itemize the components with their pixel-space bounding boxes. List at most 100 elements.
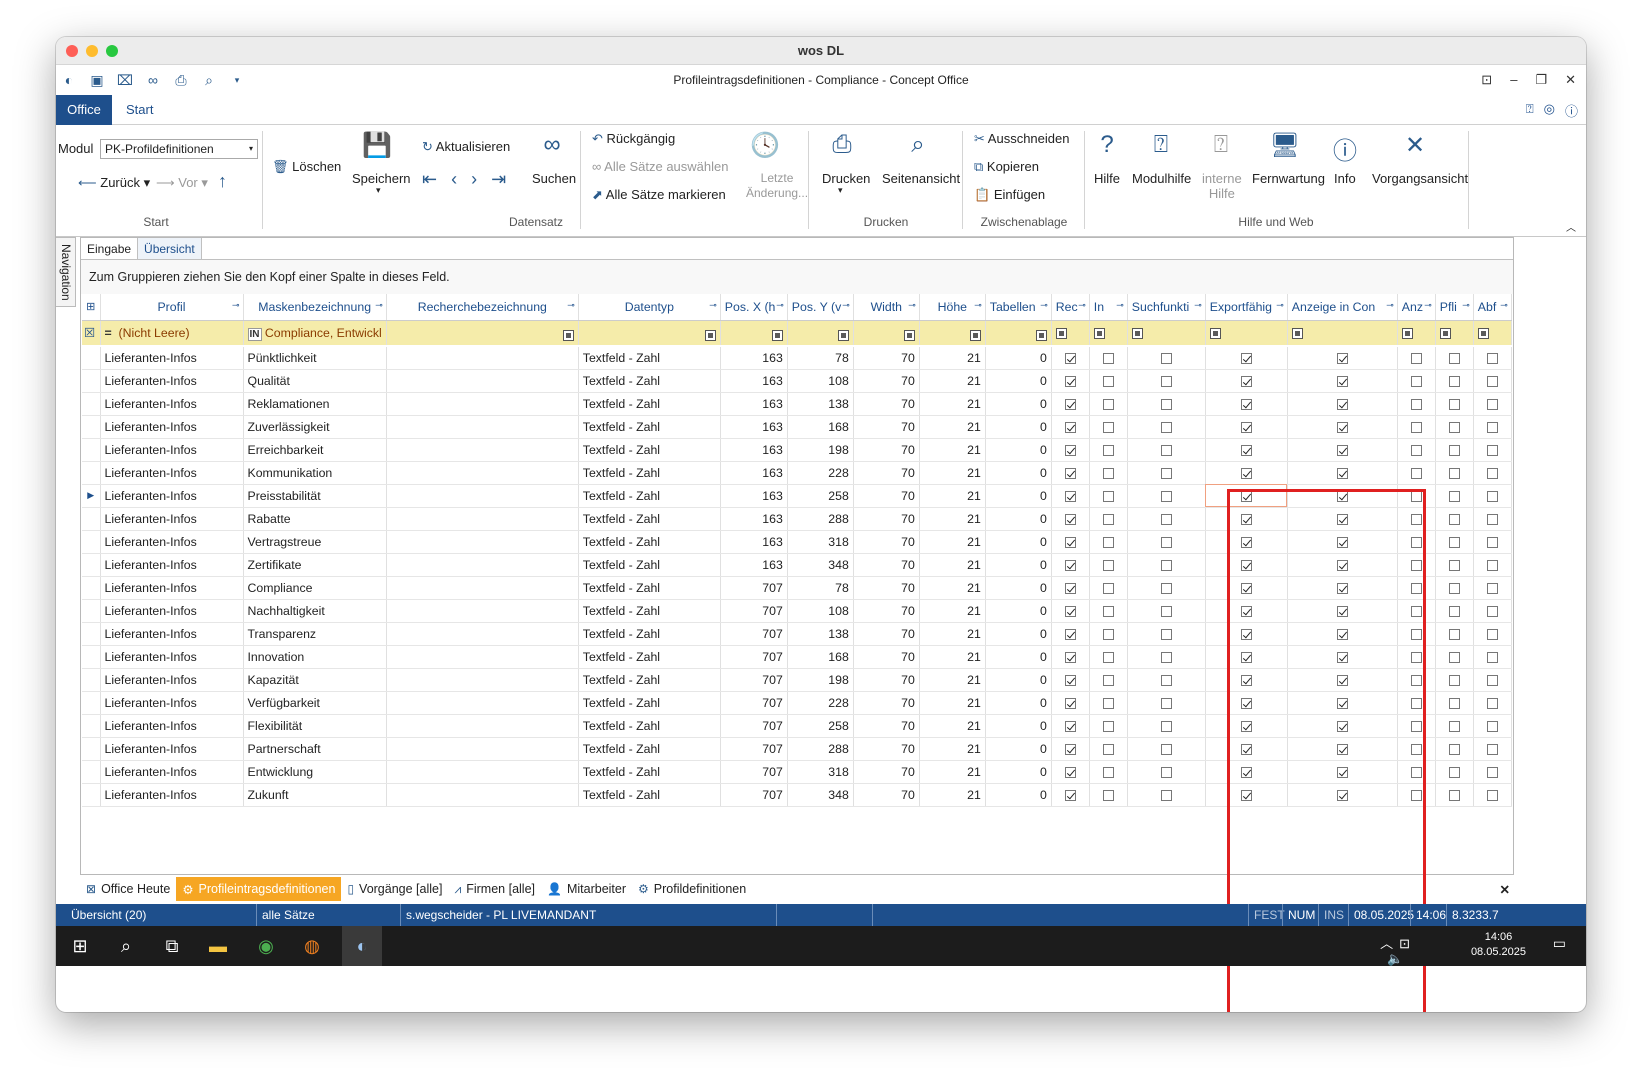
process-view-icon[interactable]: ✕ xyxy=(1400,131,1430,160)
cell-abf[interactable] xyxy=(1473,599,1512,623)
delete-icon[interactable]: ⌧ xyxy=(116,71,134,89)
cell-such[interactable] xyxy=(1127,553,1206,577)
group-by-hint[interactable]: Zum Gruppieren ziehen Sie den Kopf einer… xyxy=(81,260,1513,294)
save-button[interactable]: Speichern xyxy=(352,171,411,186)
cell-anzeige[interactable] xyxy=(1287,576,1398,600)
cell-hoehe[interactable]: 21 xyxy=(919,599,986,623)
pfli-checkbox[interactable] xyxy=(1448,697,1460,709)
cell-tabellen[interactable]: 0 xyxy=(985,461,1052,485)
cell-rec[interactable] xyxy=(1051,691,1090,715)
concept-office-icon[interactable]: ◐ xyxy=(342,926,382,966)
print-button[interactable]: Drucken xyxy=(822,171,870,186)
cell-recherche[interactable] xyxy=(386,484,579,508)
filter-pos-x[interactable] xyxy=(720,320,788,347)
rec-checkbox[interactable] xyxy=(1064,651,1076,663)
cell-profil[interactable]: Lieferanten-Infos xyxy=(100,461,244,485)
chrome-icon[interactable]: ◉ xyxy=(254,934,278,958)
pfli-checkbox[interactable] xyxy=(1448,605,1460,617)
export-checkbox[interactable] xyxy=(1240,513,1252,525)
cell-tabellen[interactable]: 0 xyxy=(985,369,1052,393)
cell-recherche[interactable] xyxy=(386,507,579,531)
cell-abf[interactable] xyxy=(1473,714,1512,738)
cell-anz[interactable] xyxy=(1397,415,1436,439)
restore-icon[interactable]: ⊡ xyxy=(1481,65,1492,95)
table-row[interactable]: Lieferanten-Infos Vertragstreue Textfeld -… xyxy=(82,530,1512,554)
rec-checkbox[interactable] xyxy=(1064,490,1076,502)
cell-rec[interactable] xyxy=(1051,438,1090,462)
anz-checkbox[interactable] xyxy=(1410,353,1422,364)
cell-abf[interactable] xyxy=(1473,507,1512,531)
info-button[interactable]: Info xyxy=(1334,171,1356,186)
cell-width[interactable]: 70 xyxy=(853,622,920,646)
cell-pfli[interactable] xyxy=(1435,668,1474,692)
pfli-checkbox[interactable] xyxy=(1448,421,1460,433)
cell-profil[interactable]: Lieferanten-Infos xyxy=(100,438,244,462)
internal-help-button[interactable]: interne Hilfe xyxy=(1202,171,1242,201)
cell-pos-x[interactable]: 707 xyxy=(720,622,788,646)
pfli-checkbox[interactable] xyxy=(1448,375,1460,387)
close-window-button[interactable] xyxy=(66,45,78,57)
cell-export[interactable] xyxy=(1205,530,1288,554)
cell-datentyp[interactable]: Textfeld - Zahl xyxy=(578,507,721,531)
cell-pfli[interactable] xyxy=(1435,461,1474,485)
rec-checkbox[interactable] xyxy=(1064,444,1076,456)
cell-profil[interactable]: Lieferanten-Infos xyxy=(100,369,244,393)
pfli-checkbox[interactable] xyxy=(1448,490,1460,502)
filter-abf[interactable] xyxy=(1473,320,1512,347)
cell-profil[interactable]: Lieferanten-Infos xyxy=(100,714,244,738)
cell-datentyp[interactable]: Textfeld - Zahl xyxy=(578,438,721,462)
col-suchfunktion[interactable]: Suchfunkti ⊸ xyxy=(1127,294,1206,321)
cell-such[interactable] xyxy=(1127,668,1206,692)
cell-anz[interactable] xyxy=(1397,392,1436,416)
cell-in[interactable] xyxy=(1089,760,1128,784)
cell-in[interactable] xyxy=(1089,507,1128,531)
abf-checkbox[interactable] xyxy=(1486,398,1498,410)
cell-anz[interactable] xyxy=(1397,507,1436,531)
cell-pos-y[interactable]: 168 xyxy=(787,645,854,669)
pfli-checkbox[interactable] xyxy=(1448,651,1460,663)
cell-rec[interactable] xyxy=(1051,415,1090,439)
cell-hoehe[interactable]: 21 xyxy=(919,553,986,577)
cell-anz[interactable] xyxy=(1397,691,1436,715)
cell-rec[interactable] xyxy=(1051,645,1090,669)
subtab-eingabe[interactable]: Eingabe xyxy=(81,238,139,259)
pfli-checkbox[interactable] xyxy=(1448,467,1460,479)
export-checkbox[interactable] xyxy=(1240,398,1252,410)
cell-pos-x[interactable]: 163 xyxy=(720,553,788,577)
cell-export[interactable] xyxy=(1205,714,1288,738)
cell-such[interactable] xyxy=(1127,461,1206,485)
rec-checkbox[interactable] xyxy=(1064,513,1076,525)
preview-icon[interactable]: ⌕ xyxy=(200,71,218,89)
cell-anz[interactable] xyxy=(1397,737,1436,761)
cell-in[interactable] xyxy=(1089,484,1128,508)
cell-export[interactable] xyxy=(1205,438,1288,462)
cell-pos-y[interactable]: 78 xyxy=(787,346,854,370)
cell-datentyp[interactable]: Textfeld - Zahl xyxy=(578,553,721,577)
rec-checkbox[interactable] xyxy=(1064,582,1076,594)
cell-anz[interactable] xyxy=(1397,668,1436,692)
rec-checkbox[interactable] xyxy=(1064,559,1076,571)
cell-width[interactable]: 70 xyxy=(853,737,920,761)
cell-datentyp[interactable]: Textfeld - Zahl xyxy=(578,783,721,807)
cell-anzeige[interactable] xyxy=(1287,760,1398,784)
zoom-window-button[interactable] xyxy=(106,45,118,57)
minimize-window-button[interactable] xyxy=(86,45,98,57)
cell-tabellen[interactable]: 0 xyxy=(985,484,1052,508)
cell-datentyp[interactable]: Textfeld - Zahl xyxy=(578,530,721,554)
print-icon[interactable]: ⎙ xyxy=(172,71,190,89)
col-maskenbezeichnung[interactable]: Maskenbezeichnung ⊸ xyxy=(243,294,387,321)
cell-abf[interactable] xyxy=(1473,461,1512,485)
in-checkbox[interactable] xyxy=(1102,421,1114,433)
cell-recherche[interactable] xyxy=(386,599,579,623)
rec-checkbox[interactable] xyxy=(1064,789,1076,801)
globe-icon[interactable]: ◎ xyxy=(1544,101,1555,120)
col-pos-y[interactable]: Pos. Y (v ⊸ xyxy=(787,294,854,321)
cell-width[interactable]: 70 xyxy=(853,530,920,554)
cell-hoehe[interactable]: 21 xyxy=(919,530,986,554)
cell-recherche[interactable] xyxy=(386,438,579,462)
table-row[interactable]: Lieferanten-Infos Flexibilität Textfeld - … xyxy=(82,714,1512,738)
in-checkbox[interactable] xyxy=(1102,628,1114,640)
cell-maske[interactable]: Rabatte xyxy=(243,507,387,531)
collapse-ribbon-icon[interactable]: ︿ xyxy=(1566,219,1576,234)
cell-abf[interactable] xyxy=(1473,392,1512,416)
